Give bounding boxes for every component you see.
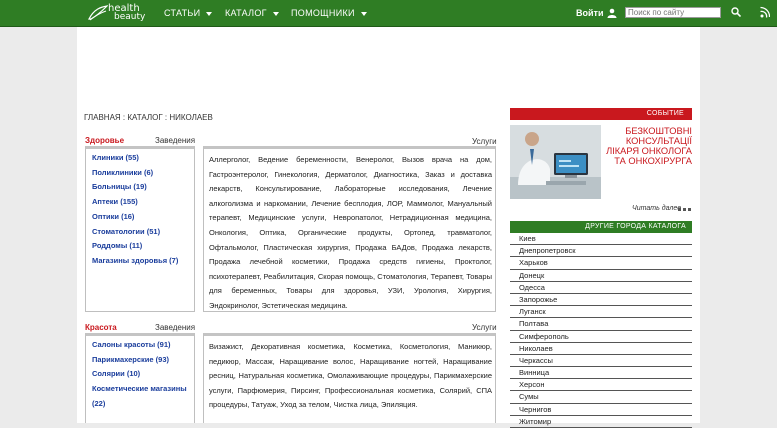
- event-text-line: КОНСУЛЬТАЦІЇ: [625, 136, 692, 146]
- doctor-photo-icon: [510, 125, 601, 199]
- tab-establishments-beauty[interactable]: Заведения: [155, 323, 195, 332]
- event-image[interactable]: [510, 125, 601, 199]
- other-cities-header: ДРУГИЕ ГОРОДА КАТАЛОГА: [510, 221, 692, 233]
- login-link[interactable]: Войти: [576, 0, 603, 26]
- leaf-logo-icon: [88, 5, 108, 21]
- city-link[interactable]: Черкассы: [510, 355, 692, 368]
- site-logo[interactable]: health beauty: [88, 3, 150, 23]
- section-title-health[interactable]: Здоровье: [85, 136, 124, 145]
- services-list-beauty: Визажист, Декоративная косметика, Космет…: [203, 333, 496, 423]
- city-link[interactable]: Сумы: [510, 391, 692, 404]
- breadcrumb: ГЛАВНАЯ : КАТАЛОГ : НИКОЛАЕВ: [84, 113, 213, 122]
- city-link[interactable]: Луганск: [510, 306, 692, 319]
- event-text[interactable]: БЕЗКОШТОВНІ КОНСУЛЬТАЦІЇ ЛІКАРЯ ОНКОЛОГА…: [606, 126, 692, 166]
- city-list: Киев Днепропетровск Харьков Донецк Одесс…: [510, 233, 692, 428]
- nav-catalog-label: КАТАЛОГ: [225, 8, 267, 18]
- chevron-down-icon: [272, 11, 279, 16]
- category-link[interactable]: Клиники (55): [92, 151, 194, 166]
- user-icon[interactable]: [607, 8, 617, 18]
- nav-articles[interactable]: СТАТЬИ: [164, 0, 213, 26]
- logo-text-beauty: beauty: [114, 12, 146, 22]
- category-link[interactable]: Аптеки (155): [92, 195, 194, 210]
- read-more-link[interactable]: Читать далее: [632, 205, 681, 212]
- search-input[interactable]: [625, 7, 721, 18]
- category-list-health: Клиники (55) Поликлиники (6) Больницы (1…: [85, 146, 195, 312]
- tab-services-health[interactable]: Услуги: [472, 137, 497, 146]
- top-nav-bar: health beauty СТАТЬИ КАТАЛОГ ПОМОЩНИКИ В…: [0, 0, 777, 27]
- category-link[interactable]: Салоны красоты (91): [92, 338, 194, 353]
- event-header: СОБЫТИЕ: [510, 108, 692, 120]
- tab-establishments-health[interactable]: Заведения: [155, 136, 195, 145]
- more-squares-icon[interactable]: [678, 208, 692, 211]
- category-link[interactable]: Магазины здоровья (7): [92, 254, 194, 269]
- category-link[interactable]: Солярии (10): [92, 367, 194, 382]
- section-title-beauty[interactable]: Красота: [85, 323, 117, 332]
- city-link[interactable]: Чернигов: [510, 404, 692, 416]
- category-list-beauty: Салоны красоты (91) Парикмахерские (93) …: [85, 333, 195, 423]
- nav-helpers[interactable]: ПОМОЩНИКИ: [291, 0, 367, 26]
- category-link[interactable]: Больницы (19): [92, 180, 194, 195]
- event-text-line: ТА ОНКОХІРУРГА: [614, 156, 692, 166]
- city-link[interactable]: Полтава: [510, 318, 692, 331]
- city-link[interactable]: Житомир: [510, 416, 692, 428]
- city-link[interactable]: Днепропетровск: [510, 245, 692, 258]
- city-link[interactable]: Николаев: [510, 343, 692, 355]
- event-text-line: ЛІКАРЯ ОНКОЛОГА: [606, 146, 692, 156]
- services-list-health: Аллерголог, Ведение беременности, Венеро…: [203, 146, 496, 312]
- category-link[interactable]: Стоматологии (51): [92, 225, 194, 240]
- rss-icon[interactable]: [760, 6, 770, 18]
- tab-services-beauty[interactable]: Услуги: [472, 323, 497, 332]
- city-link[interactable]: Винница: [510, 367, 692, 380]
- nav-catalog[interactable]: КАТАЛОГ: [225, 0, 279, 26]
- city-link[interactable]: Запорожье: [510, 294, 692, 307]
- city-link[interactable]: Киев: [510, 233, 692, 246]
- city-link[interactable]: Харьков: [510, 257, 692, 270]
- event-text-line: БЕЗКОШТОВНІ: [625, 126, 692, 136]
- category-link[interactable]: Поликлиники (6): [92, 166, 194, 181]
- nav-helpers-label: ПОМОЩНИКИ: [291, 8, 355, 18]
- chevron-down-icon: [360, 11, 367, 16]
- category-link[interactable]: Косметические магазины (22): [92, 382, 194, 411]
- city-link[interactable]: Херсон: [510, 379, 692, 392]
- category-link[interactable]: Парикмахерские (93): [92, 353, 194, 368]
- nav-articles-label: СТАТЬИ: [164, 8, 201, 18]
- category-link[interactable]: Роддомы (11): [92, 239, 194, 254]
- city-link[interactable]: Симферополь: [510, 331, 692, 343]
- search-icon[interactable]: [731, 7, 741, 17]
- category-link[interactable]: Оптики (16): [92, 210, 194, 225]
- city-link[interactable]: Одесса: [510, 282, 692, 294]
- city-link[interactable]: Донецк: [510, 270, 692, 282]
- chevron-down-icon: [206, 11, 213, 16]
